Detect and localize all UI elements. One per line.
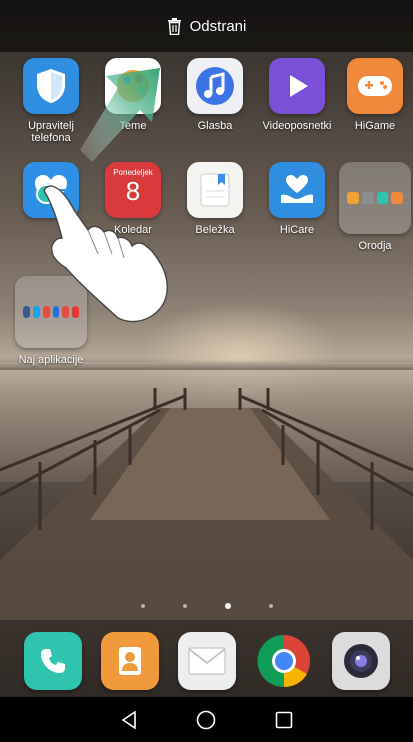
app-label: Beležka [195,224,235,236]
page-dot[interactable] [140,604,145,608]
mini-app-icon [347,192,359,204]
folder-icon [15,276,87,348]
gamepad-icon [347,58,403,114]
remove-drop-bar[interactable]: Odstrani [0,0,413,52]
app-label: Glasba [197,120,233,132]
palette-icon [105,58,161,114]
mini-app-icon [42,306,50,318]
page-indicator [0,603,413,609]
app-higame[interactable]: HiGame [338,58,412,132]
heart-icon [23,162,79,218]
mini-app-icon [52,306,60,318]
chrome-icon[interactable] [255,632,313,690]
back-icon[interactable] [118,709,140,731]
recents-icon[interactable] [273,709,295,731]
mini-app-icon [376,192,389,204]
home-screen: Odstrani Upravitelj telefona Teme Glasba… [0,0,413,742]
mini-app-icon [72,306,79,318]
play-icon [269,58,325,114]
dock [0,630,413,692]
calendar-icon: Ponedeljek 8 [105,162,161,218]
app-orodja-folder[interactable]: Orodja [338,162,412,252]
mini-app-icon [361,192,374,204]
envelope-icon[interactable] [177,632,236,690]
mini-app-icon [62,306,70,318]
calendar-day-number: 8 [125,176,141,206]
hand-heart-icon [269,162,325,218]
app-upravitelj-telefona[interactable]: Upravitelj telefona [14,58,88,144]
app-belezka[interactable]: Beležka [178,162,252,236]
app-label: HiCare [279,224,315,236]
music-note-icon [187,58,243,114]
page-dot[interactable] [268,604,273,608]
facebook-icon [23,306,30,318]
app-teme[interactable]: Teme [96,58,170,132]
trash-icon [167,17,181,35]
app-label: Videoposnetki [262,120,332,132]
camera-icon[interactable] [331,632,390,690]
app-label: Koledar [114,224,152,236]
wallpaper-sea [0,362,413,482]
app-hicare[interactable]: HiCare [260,162,334,236]
folder-icon [339,162,411,234]
app-videoposnetki[interactable]: Videoposnetki [260,58,334,132]
app-label: Naj aplikacije [18,354,84,366]
app-najaplikacije-folder[interactable]: Naj aplikacije [14,276,88,366]
shield-icon [23,58,79,114]
phone-icon[interactable] [23,632,82,690]
mini-app-icon [391,192,403,204]
app-label: Orodja [358,240,392,252]
app-glasba[interactable]: Glasba [178,58,252,132]
app-label: Upravitelj telefona [28,120,74,144]
app-label: Teme [119,120,147,132]
app-koledar[interactable]: Ponedeljek 8 Koledar [96,162,170,236]
app-zdravje[interactable] [14,162,88,224]
remove-label: Odstrani [189,17,247,35]
page-dot[interactable] [182,604,187,608]
twitter-icon [32,306,40,318]
notepad-icon [187,162,243,218]
navigation-bar [0,697,413,742]
app-label: HiGame [354,120,396,132]
home-icon[interactable] [195,709,217,731]
page-dot-active[interactable] [224,603,231,609]
contacts-icon[interactable] [100,632,159,690]
